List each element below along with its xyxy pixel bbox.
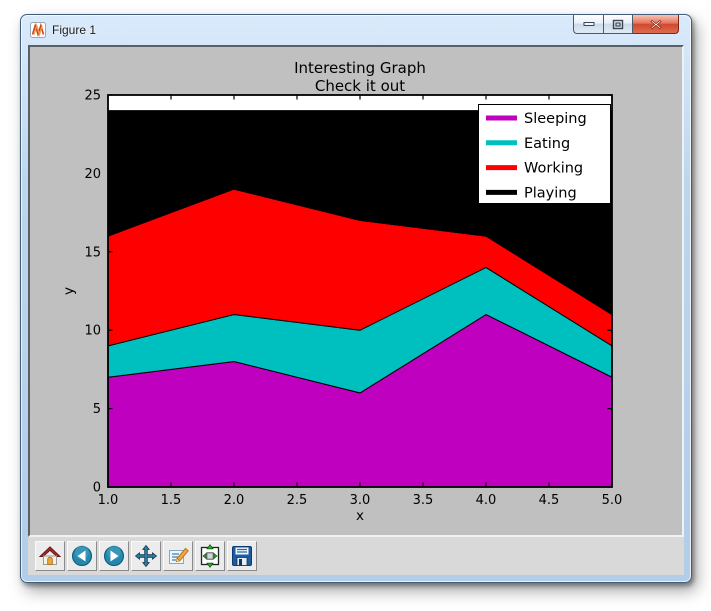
desktop-background: Figure 1 1.0 1.5 2.0 2.5 3.0 3.5 4.0 4.5… [0,0,711,611]
pan-icon [134,544,158,568]
window-title: Figure 1 [52,23,97,37]
y-tick-label: 10 [84,324,101,339]
forward-button[interactable] [99,541,129,571]
x-tick-label: 2.5 [287,493,308,508]
home-button[interactable] [35,541,65,571]
figure-window: Figure 1 1.0 1.5 2.0 2.5 3.0 3.5 4.0 4.5… [20,14,692,583]
back-button[interactable] [67,541,97,571]
plot-toolbar [28,537,684,575]
plot-group: 1.0 1.5 2.0 2.5 3.0 3.5 4.0 4.5 5.00510152025Sle… [84,89,622,509]
back-arrow-icon [72,545,92,566]
close-icon [649,19,662,29]
y-tick-label: 5 [93,402,101,417]
x-tick-label: 2.0 [224,493,245,508]
matplotlib-icon [30,22,46,38]
configure-subplots-button[interactable] [195,541,225,571]
legend-label: Playing [524,185,577,201]
legend-label: Eating [524,136,570,152]
maximize-button[interactable] [603,15,633,34]
zoom-to-rect-button[interactable] [163,541,193,571]
pan-button[interactable] [131,541,161,571]
y-axis-label: y [61,287,77,295]
close-button[interactable] [633,15,679,34]
home-icon [38,546,62,565]
y-tick-label: 15 [84,245,101,260]
minimize-button[interactable] [573,15,603,34]
figure-canvas[interactable]: 1.0 1.5 2.0 2.5 3.0 3.5 4.0 4.5 5.0 0 5 10 15 20 25 Sle… [30,47,682,535]
chart-title: Interesting Graph [294,59,426,77]
forward-arrow-icon [104,545,124,566]
chart-svg: 1.0 1.5 2.0 2.5 3.0 3.5 4.0 4.5 5.00510152025Sle… [61,59,622,524]
save-button[interactable] [227,541,257,571]
titlebar[interactable]: Figure 1 [21,15,691,45]
minimize-icon [583,22,594,26]
configure-subplots-icon [200,544,220,568]
y-tick-label: 25 [84,89,101,104]
window-controls [573,15,679,34]
x-tick-label: 1.5 [161,493,182,508]
zoom-to-rect-icon [169,547,189,564]
y-tick-label: 0 [93,481,101,496]
legend: Sleeping Eating Working Playing [478,104,611,204]
legend-label: Sleeping [524,111,587,127]
x-tick-label: 5.0 [602,493,623,508]
x-tick-label: 3.5 [413,493,434,508]
x-tick-label: 4.0 [476,493,497,508]
y-tick-label: 20 [84,167,101,182]
maximize-icon [612,19,624,29]
save-icon [232,546,252,566]
canvas-frame: 1.0 1.5 2.0 2.5 3.0 3.5 4.0 4.5 5.0 0 5 10 15 20 25 Sle… [28,45,684,537]
x-tick-label: 3.0 [350,493,371,508]
x-tick-label: 4.5 [539,493,560,508]
x-axis-label: x [356,508,364,524]
legend-label: Working [524,161,583,177]
chart-subtitle: Check it out [315,77,405,95]
